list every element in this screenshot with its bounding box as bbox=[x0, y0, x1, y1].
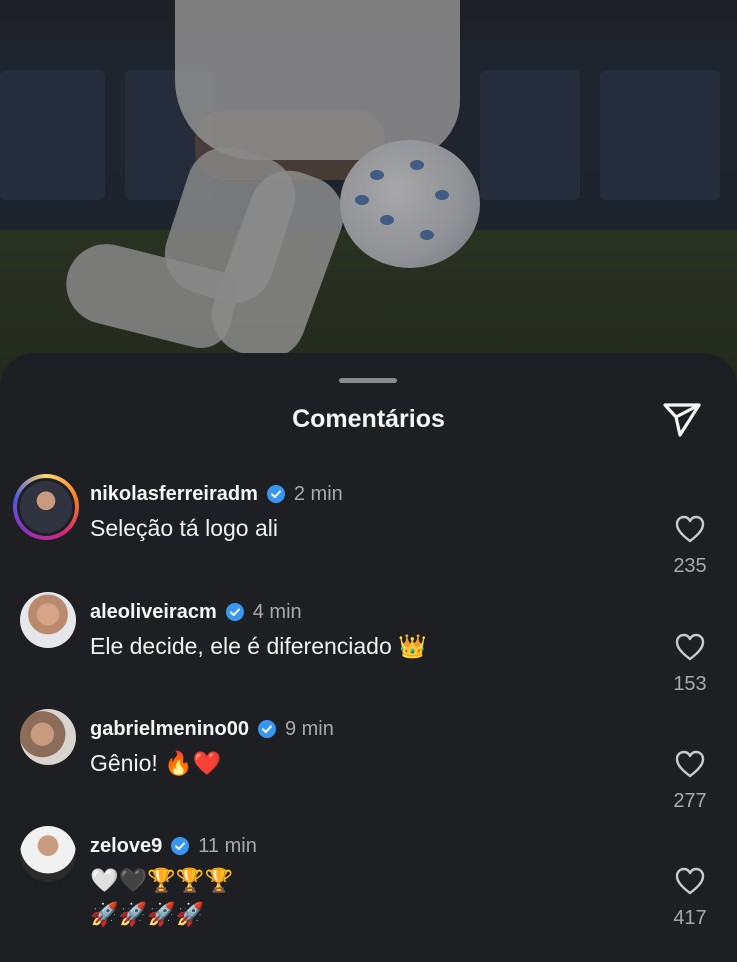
like-count: 235 bbox=[673, 555, 707, 577]
like-count: 277 bbox=[673, 790, 707, 812]
heart-icon[interactable] bbox=[675, 750, 705, 778]
verified-badge-icon bbox=[171, 837, 190, 855]
username[interactable]: gabrielmenino00 bbox=[90, 718, 249, 741]
like-count: 417 bbox=[673, 907, 707, 929]
verified-badge-icon bbox=[257, 720, 276, 738]
comment-item: nikolasferreiradm 2 min Seleção tá logo … bbox=[0, 474, 737, 591]
avatar[interactable] bbox=[20, 709, 76, 765]
username[interactable]: aleoliveiracm bbox=[90, 601, 217, 624]
drag-handle[interactable] bbox=[339, 378, 397, 383]
like-count: 153 bbox=[673, 673, 707, 695]
username[interactable]: zelove9 bbox=[90, 835, 162, 858]
comment-item: gabrielmenino00 9 min Gênio! 🔥❤️ 277 bbox=[0, 709, 737, 826]
username[interactable]: nikolasferreiradm bbox=[90, 483, 258, 506]
comment-text: Gênio! 🔥❤️ bbox=[90, 750, 222, 776]
heart-icon[interactable] bbox=[675, 633, 705, 661]
timestamp: 2 min bbox=[293, 482, 343, 505]
send-icon[interactable] bbox=[660, 399, 704, 439]
comment-text: Ele decide, ele é diferenciado 👑 bbox=[90, 633, 427, 659]
avatar[interactable] bbox=[20, 826, 76, 882]
comment-text: Seleção tá logo ali bbox=[90, 515, 278, 541]
verified-badge-icon bbox=[225, 603, 244, 621]
timestamp: 4 min bbox=[252, 600, 302, 623]
heart-icon[interactable] bbox=[675, 515, 705, 543]
sheet-title: Comentários bbox=[292, 405, 445, 433]
avatar[interactable] bbox=[20, 592, 76, 648]
comments-sheet: Comentários nikolasferreiradm 2 min Sele… bbox=[0, 353, 737, 962]
timestamp: 11 min bbox=[198, 834, 257, 857]
comment-item: zelove9 11 min 🤍🖤🏆🏆🏆 🚀🚀🚀🚀 417 bbox=[0, 826, 737, 943]
comment-item: aleoliveiracm 4 min Ele decide, ele é di… bbox=[0, 592, 737, 709]
verified-badge-icon bbox=[266, 485, 285, 503]
comment-text: 🤍🖤🏆🏆🏆 🚀🚀🚀🚀 bbox=[90, 867, 234, 927]
timestamp: 9 min bbox=[284, 717, 334, 740]
avatar[interactable] bbox=[13, 474, 79, 540]
heart-icon[interactable] bbox=[675, 867, 705, 895]
